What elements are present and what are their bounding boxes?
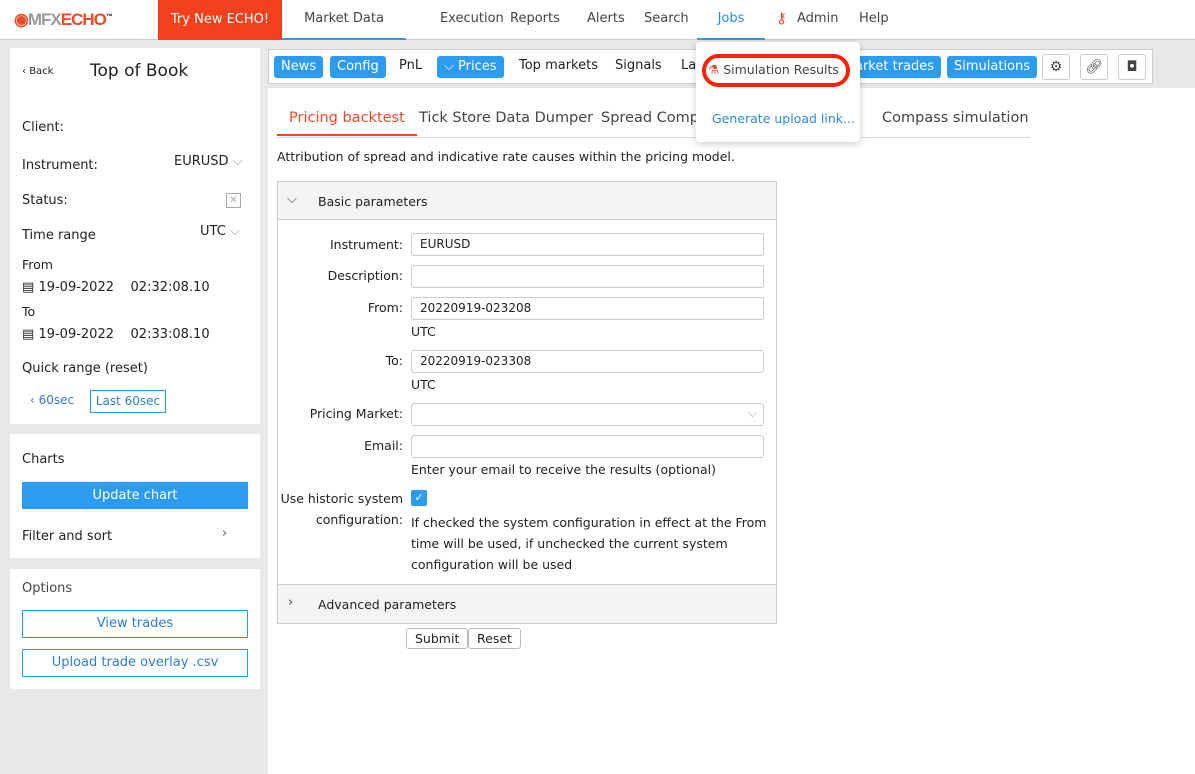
nav-admin[interactable]: Admin — [797, 0, 838, 40]
instrument-field[interactable]: EURUSD — [411, 233, 764, 256]
to-label: To — [22, 304, 36, 319]
tab-compass-simulation[interactable]: Compass simulation — [882, 110, 1029, 126]
to-timezone: UTC — [411, 377, 436, 392]
reset-button[interactable]: Reset — [468, 628, 521, 649]
tab-pricing-backtest[interactable]: Pricing backtest — [277, 110, 417, 136]
to-field[interactable]: 20220919-023308 — [411, 350, 764, 373]
clear-status-icon[interactable]: ✕ — [226, 193, 241, 208]
description-field[interactable] — [411, 265, 764, 288]
flask-icon: ⚗ — [708, 62, 720, 77]
to-label: To: — [385, 353, 403, 368]
view-trades-button[interactable]: View trades — [22, 610, 248, 638]
basic-parameters-header[interactable]: ⌵ Basic parameters — [278, 182, 776, 220]
tab-spread-compare[interactable]: Spread Compa — [601, 110, 708, 126]
pnl-button[interactable]: PnL — [399, 58, 422, 73]
nav-reports[interactable]: Reports — [510, 0, 560, 40]
top-of-book-panel: ‹ Back Top of Book Client: Instrument: E… — [10, 48, 260, 424]
email-field[interactable] — [411, 435, 764, 458]
top-bar: ◉MFXECHO™ Try New ECHO! Market Data Exec… — [0, 0, 1195, 40]
advanced-parameters-header[interactable]: › Advanced parameters — [278, 584, 776, 623]
menu-item-simulation-results[interactable]: ⚗ Simulation Results — [708, 62, 839, 77]
latency-button[interactable]: La — [681, 58, 696, 73]
upload-overlay-button[interactable]: Upload trade overlay .csv — [22, 649, 248, 677]
try-new-echo-button[interactable]: Try New ECHO! — [158, 0, 282, 40]
options-title: Options — [22, 581, 73, 596]
page-description: Attribution of spread and indicative rat… — [277, 149, 735, 164]
chevron-right-icon[interactable]: › — [222, 526, 227, 541]
camera-icon[interactable]: ◘ — [1118, 54, 1146, 80]
nav-jobs[interactable]: Jobs — [697, 0, 765, 40]
menu-item-generate-upload-link[interactable]: Generate upload link... — [712, 111, 855, 126]
tabs-divider — [277, 137, 1030, 138]
historic-label-2: configuration: — [315, 512, 403, 527]
calendar-icon: ▤ — [22, 327, 35, 342]
logo[interactable]: ◉MFXECHO™ — [14, 10, 113, 30]
email-label: Email: — [364, 438, 403, 453]
back-button[interactable]: ‹ Back — [22, 66, 53, 77]
from-timezone: UTC — [411, 324, 436, 339]
tab-tick-store-data-dumper[interactable]: Tick Store Data Dumper — [419, 110, 593, 126]
historic-label: Use historic system — [280, 491, 403, 506]
update-chart-button[interactable]: Update chart — [22, 482, 248, 509]
chevron-right-icon: › — [288, 595, 294, 610]
timezone-select[interactable]: UTC ⌵ — [200, 224, 240, 239]
chevron-down-icon: ⌵ — [747, 406, 757, 420]
status-label: Status: — [22, 193, 68, 208]
historic-checkbox[interactable]: ✓ — [411, 490, 427, 506]
prev-60sec-button[interactable]: ‹ 60sec — [30, 393, 74, 407]
link-icon[interactable]: 🔗︎ — [1080, 54, 1108, 80]
historic-help: If checked the system configuration in e… — [411, 515, 767, 572]
chevron-down-icon: ⌵ — [287, 192, 297, 207]
submit-button[interactable]: Submit — [406, 628, 469, 649]
options-panel: Options View trades Upload trade overlay… — [10, 569, 260, 689]
from-field[interactable]: 20220919-023208 — [411, 297, 764, 320]
instrument-label: Instrument: — [330, 237, 403, 252]
time-range-label: Time range — [22, 228, 96, 243]
quick-range-label[interactable]: Quick range (reset) — [22, 361, 148, 376]
nav-alerts[interactable]: Alerts — [587, 0, 625, 40]
filter-sort-toggle[interactable]: Filter and sort — [22, 529, 112, 544]
instrument-select[interactable]: EURUSD ⌵ — [174, 154, 243, 169]
nav-execution[interactable]: Execution — [440, 0, 504, 40]
charts-title: Charts — [22, 452, 65, 467]
signals-button[interactable]: Signals — [615, 58, 662, 73]
from-datetime[interactable]: ▤ 19-09-2022 02:32:08.10 — [22, 280, 210, 295]
pricing-market-select[interactable]: ⌵ — [411, 403, 764, 426]
market-trades-button[interactable]: arket trades — [848, 56, 942, 78]
charts-panel: Charts Update chart Filter and sort › — [10, 434, 260, 558]
email-help: Enter your email to receive the results … — [411, 462, 716, 477]
nav-market-data[interactable]: Market Data — [282, 0, 406, 40]
instrument-label: Instrument: — [22, 158, 98, 173]
jobs-dropdown: ⚗ Simulation Results Generate upload lin… — [696, 42, 860, 142]
panel-title: Top of Book — [90, 61, 189, 81]
simulations-button[interactable]: Simulations — [947, 56, 1038, 78]
gear-icon[interactable]: ⚙ — [1042, 54, 1070, 80]
pricing-market-label: Pricing Market: — [309, 406, 403, 421]
to-datetime[interactable]: ▤ 19-09-2022 02:33:08.10 — [22, 327, 210, 342]
prices-button[interactable]: ⌵ Prices — [437, 56, 504, 78]
top-markets-button[interactable]: Top markets — [519, 58, 598, 73]
client-label: Client: — [22, 120, 65, 135]
key-icon: ⚷ — [776, 9, 787, 27]
config-button[interactable]: Config — [330, 56, 386, 78]
last-60sec-button[interactable]: Last 60sec — [90, 390, 166, 413]
calendar-icon: ▤ — [22, 280, 35, 295]
from-label: From: — [367, 300, 403, 315]
from-label: From — [22, 257, 53, 272]
nav-search[interactable]: Search — [644, 0, 689, 40]
description-label: Description: — [327, 268, 403, 283]
news-button[interactable]: News — [274, 56, 324, 78]
nav-help[interactable]: Help — [859, 0, 889, 40]
